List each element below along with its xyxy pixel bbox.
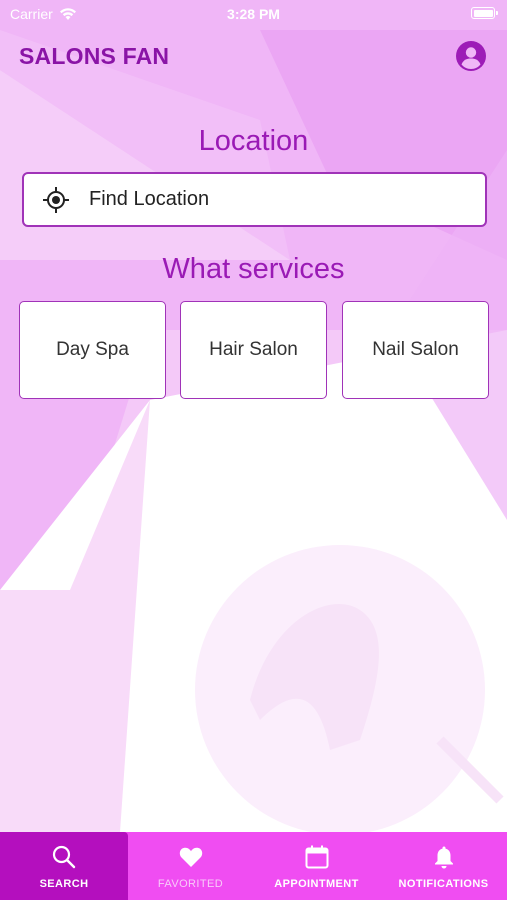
service-day-spa-button[interactable]: Day Spa — [19, 301, 166, 399]
tab-search[interactable]: SEARCH — [0, 832, 128, 900]
tab-appointment[interactable]: APPOINTMENT — [253, 832, 380, 900]
service-options: Day Spa Hair Salon Nail Salon — [19, 301, 489, 399]
battery-icon — [471, 7, 498, 19]
heart-icon — [179, 847, 202, 867]
status-bar: Carrier 3:28 PM — [0, 0, 507, 30]
account-circle-icon[interactable] — [455, 40, 487, 72]
service-nail-salon-button[interactable]: Nail Salon — [342, 301, 489, 399]
services-heading: What services — [162, 253, 345, 285]
location-heading: Location — [198, 125, 309, 157]
bottom-tab-bar: SEARCH FAVORITED APPOINTMENT NOTIFICATIO… — [0, 832, 507, 900]
service-hair-salon-button[interactable]: Hair Salon — [180, 301, 327, 399]
tab-notifications[interactable]: NOTIFICATIONS — [380, 832, 507, 900]
bell-icon — [434, 846, 453, 869]
tab-appointment-label: APPOINTMENT — [274, 878, 359, 890]
tab-favorited[interactable]: FAVORITED — [128, 832, 253, 900]
search-icon — [52, 845, 76, 869]
find-location-label: Find Location — [89, 188, 210, 210]
calendar-icon — [305, 845, 328, 869]
find-location-input[interactable]: Find Location — [22, 172, 487, 227]
app-title: SALONS FAN — [19, 43, 170, 69]
tab-notifications-label: NOTIFICATIONS — [398, 878, 489, 890]
status-time: 3:28 PM — [227, 6, 280, 22]
tab-favorited-label: FAVORITED — [157, 878, 224, 890]
app-header: SALONS FAN — [0, 40, 507, 74]
tab-search-label: SEARCH — [39, 878, 89, 890]
gps-target-icon[interactable] — [42, 186, 70, 214]
